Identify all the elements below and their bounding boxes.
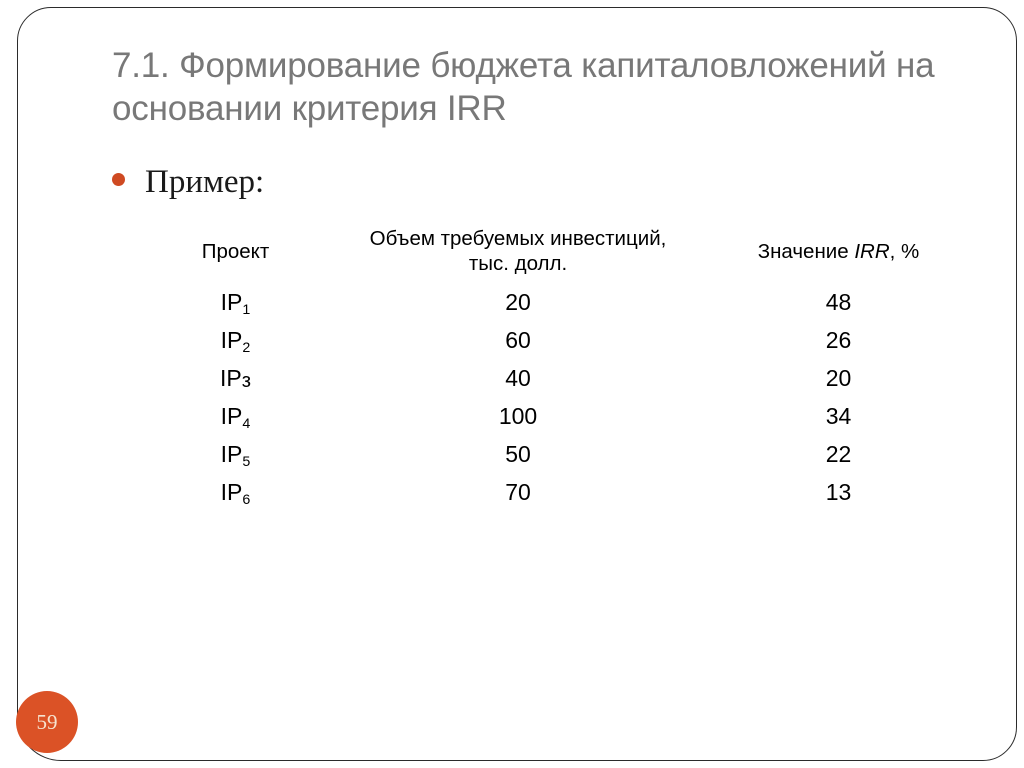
column-header-project: Проект: [201, 239, 270, 263]
table-row: IP1 20 48: [153, 283, 959, 321]
column-header-irr-acronym: IRR: [854, 239, 890, 263]
cell-project: IP4: [153, 397, 318, 435]
cell-investment: 70: [505, 479, 531, 505]
column-header-irr-prefix: Значение: [757, 239, 855, 263]
project-base: IP: [220, 327, 243, 353]
slide-canvas: 7.1. Формирование бюджета капиталовложен…: [0, 0, 1024, 768]
cell-project: IP5: [153, 435, 318, 473]
cell-investment: 50: [505, 441, 531, 467]
cell-irr: 48: [825, 289, 852, 315]
bullet-list-item: Пример:: [112, 164, 264, 200]
project-index: 6: [242, 491, 251, 508]
project-base: IP: [219, 365, 242, 391]
project-base: IP: [220, 403, 243, 429]
cell-project: IP6: [153, 473, 318, 511]
column-header-investment-line1: Объем требуемых инвестиций,: [369, 227, 667, 250]
project-index: з: [241, 370, 251, 393]
column-header-irr-suffix: , %: [889, 239, 920, 263]
cell-project: IP1: [153, 283, 318, 321]
table-row: IP6 70 13: [153, 473, 959, 511]
bullet-dot-icon: [112, 173, 125, 186]
table-row: IP2 60 26: [153, 321, 959, 359]
column-header-irr: Значение IRR, %: [718, 219, 959, 283]
cell-investment: 100: [498, 403, 538, 429]
column-header-investment: Объем требуемых инвестиций, тыс. долл.: [318, 219, 718, 283]
table-row: IP4 100 34: [153, 397, 959, 435]
cell-irr: 34: [825, 403, 852, 429]
cell-irr: 13: [825, 479, 852, 505]
project-index: 5: [242, 453, 251, 470]
table-body: IP1 20 48 IP2 60 26 IPз 40 20 IP4 100 34…: [153, 283, 959, 511]
bullet-item-label: Пример:: [145, 164, 265, 200]
cell-investment: 40: [505, 365, 531, 391]
table-row: IPз 40 20: [153, 359, 959, 397]
project-index: 4: [242, 415, 251, 432]
project-base: IP: [220, 441, 243, 467]
cell-irr: 22: [825, 441, 852, 467]
project-base: IP: [220, 289, 243, 315]
project-base: IP: [220, 479, 243, 505]
table-row: IP5 50 22: [153, 435, 959, 473]
cell-project: IP2: [153, 321, 318, 359]
table-header-row: Проект Объем требуемых инвестиций, тыс. …: [153, 219, 959, 283]
table-header: Проект Объем требуемых инвестиций, тыс. …: [153, 219, 959, 283]
project-index: 1: [242, 301, 251, 318]
projects-table: Проект Объем требуемых инвестиций, тыс. …: [153, 219, 959, 511]
cell-project: IPз: [153, 359, 318, 397]
page-title: 7.1. Формирование бюджета капиталовложен…: [112, 46, 935, 128]
cell-investment: 60: [505, 327, 531, 353]
column-header-investment-line2: тыс. долл.: [468, 252, 568, 275]
cell-investment: 20: [505, 289, 531, 315]
cell-irr: 20: [825, 365, 852, 391]
project-index: 2: [242, 339, 251, 356]
cell-irr: 26: [825, 327, 852, 353]
page-number-badge: 59: [16, 691, 78, 753]
